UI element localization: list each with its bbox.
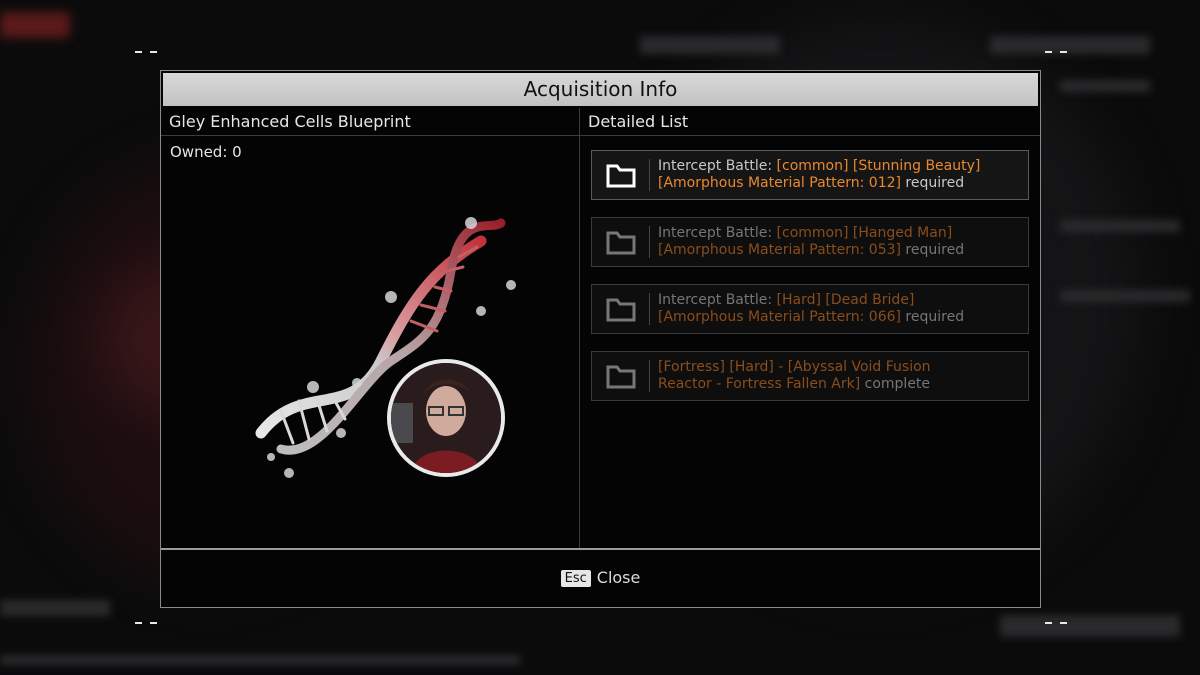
detailed-list-header: Detailed List (580, 108, 1040, 136)
list-item[interactable]: [Fortress] [Hard] - [Abyssal Void Fusion… (591, 351, 1029, 401)
list-item[interactable]: Intercept Battle: [Hard] [Dead Bride] [A… (591, 284, 1029, 334)
close-label: Close (596, 568, 641, 587)
dialog-title: Acquisition Info (163, 73, 1038, 106)
corner-mark (1045, 51, 1067, 53)
column-divider (579, 108, 580, 548)
folder-icon (606, 164, 636, 188)
list-item-text: Intercept Battle: [common] [Stunning Bea… (658, 158, 981, 191)
list-item[interactable]: Intercept Battle: [common] [Stunning Bea… (591, 150, 1029, 200)
close-button[interactable]: Esc Close (161, 568, 1040, 587)
corner-mark (135, 622, 157, 624)
acquisition-source-list: Intercept Battle: [common] [Stunning Bea… (591, 150, 1029, 418)
acquisition-info-dialog: Acquisition Info Gley Enhanced Cells Blu… (160, 70, 1041, 608)
list-item-text: [Fortress] [Hard] - [Abyssal Void Fusion… (658, 359, 931, 392)
esc-key-icon: Esc (560, 570, 591, 587)
item-name-header: Gley Enhanced Cells Blueprint (161, 108, 579, 136)
corner-mark (135, 51, 157, 53)
list-item[interactable]: Intercept Battle: [common] [Hanged Man] … (591, 217, 1029, 267)
corner-mark (1045, 622, 1067, 624)
list-item-text: Intercept Battle: [Hard] [Dead Bride] [A… (658, 292, 965, 325)
list-item-text: Intercept Battle: [common] [Hanged Man] … (658, 225, 965, 258)
folder-icon (606, 231, 636, 255)
character-portrait-avatar (387, 359, 505, 477)
folder-icon (606, 365, 636, 389)
folder-icon (606, 298, 636, 322)
owned-count: Owned: 0 (170, 143, 242, 161)
footer-divider (161, 548, 1040, 550)
